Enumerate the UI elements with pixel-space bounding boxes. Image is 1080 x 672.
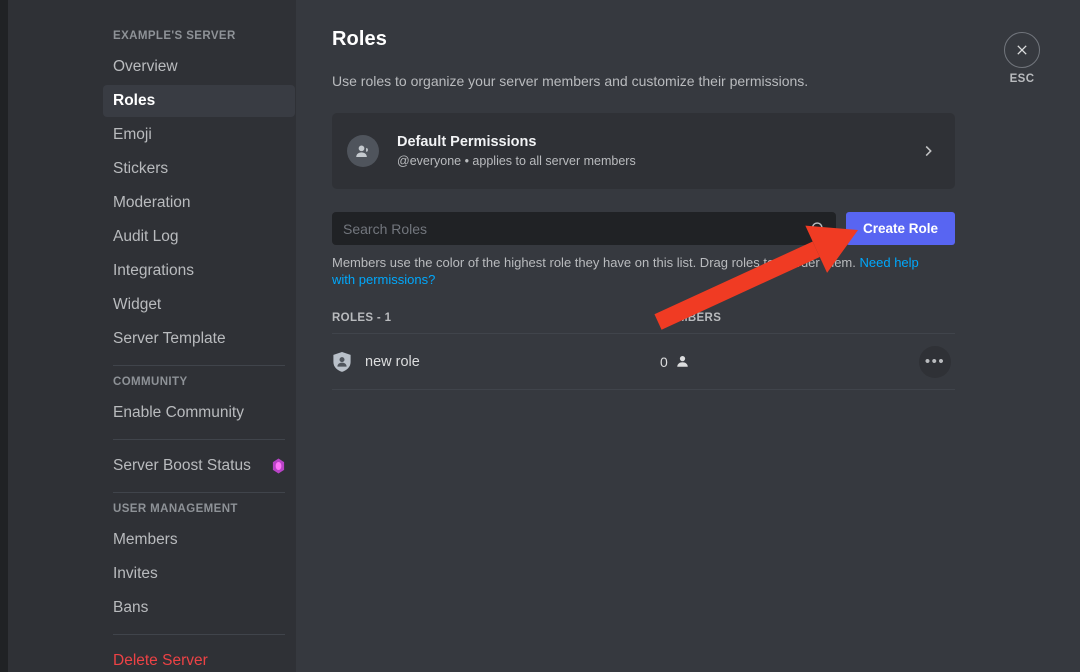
sidebar-header-server: EXAMPLE'S SERVER xyxy=(113,30,236,42)
role-name-cell: new role xyxy=(332,351,660,373)
roles-settings-panel: Roles Use roles to organize your server … xyxy=(296,0,1080,672)
sidebar-item-stickers[interactable]: Stickers xyxy=(103,153,295,185)
default-permissions-title: Default Permissions xyxy=(397,134,537,150)
sidebar-item-server-template[interactable]: Server Template xyxy=(103,323,295,355)
roles-hint: Members use the color of the highest rol… xyxy=(332,254,922,288)
roles-table: ROLES - 1 MEMBERS new role 0 ••• xyxy=(332,312,955,390)
settings-window: EXAMPLE'S SERVER Overview Roles Emoji St… xyxy=(0,0,1080,672)
sidebar-item-bans[interactable]: Bans xyxy=(103,592,295,624)
sidebar-divider-2 xyxy=(113,439,285,440)
left-gutter xyxy=(0,0,8,672)
sidebar-item-label: Server Boost Status xyxy=(113,457,251,474)
role-more-options-button[interactable]: ••• xyxy=(919,345,951,378)
role-shield-icon xyxy=(333,351,351,372)
roles-toolbar: Create Role xyxy=(332,212,955,245)
close-icon-circle[interactable] xyxy=(1004,32,1040,68)
sidebar-item-overview[interactable]: Overview xyxy=(103,51,295,83)
sidebar-item-server-boost-status[interactable]: Server Boost Status xyxy=(103,450,295,482)
roles-table-header: ROLES - 1 MEMBERS xyxy=(332,312,955,333)
search-input[interactable] xyxy=(332,212,836,245)
close-esc-label: ESC xyxy=(1009,73,1035,85)
boost-gem-icon xyxy=(272,458,285,474)
sidebar-item-invites[interactable]: Invites xyxy=(103,558,295,590)
people-icon xyxy=(347,135,379,167)
sidebar-item-moderation[interactable]: Moderation xyxy=(103,187,295,219)
default-permissions-card[interactable]: Default Permissions @everyone • applies … xyxy=(332,113,955,189)
role-name: new role xyxy=(365,353,420,370)
close-x-icon xyxy=(1017,45,1027,55)
table-divider-bottom xyxy=(332,389,955,390)
column-header-roles: ROLES - 1 xyxy=(332,312,392,324)
column-header-members: MEMBERS xyxy=(660,312,722,324)
sidebar-divider-1 xyxy=(113,365,285,366)
sidebar-item-emoji[interactable]: Emoji xyxy=(103,119,295,151)
person-icon xyxy=(677,356,688,367)
page-title: Roles xyxy=(332,28,387,50)
settings-sidebar: EXAMPLE'S SERVER Overview Roles Emoji St… xyxy=(8,0,296,672)
create-role-button[interactable]: Create Role xyxy=(845,212,955,245)
sidebar-item-enable-community[interactable]: Enable Community xyxy=(103,397,295,429)
sidebar-item-widget[interactable]: Widget xyxy=(103,289,295,321)
sidebar-header-community: COMMUNITY xyxy=(113,376,188,388)
table-row[interactable]: new role 0 ••• xyxy=(332,334,955,389)
chevron-right-icon xyxy=(925,145,932,157)
sidebar-header-user-management: USER MANAGEMENT xyxy=(113,503,238,515)
role-member-count: 0 xyxy=(660,353,668,370)
sidebar-divider-4 xyxy=(113,634,285,635)
sidebar-item-integrations[interactable]: Integrations xyxy=(103,255,295,287)
close-settings-button[interactable]: ESC xyxy=(1001,32,1043,85)
role-members-cell: 0 xyxy=(660,354,919,370)
roles-hint-text: Members use the color of the highest rol… xyxy=(332,255,856,270)
page-description: Use roles to organize your server member… xyxy=(332,73,809,89)
search-field-wrapper xyxy=(332,212,836,245)
sidebar-item-audit-log[interactable]: Audit Log xyxy=(103,221,295,253)
sidebar-item-delete-server[interactable]: Delete Server xyxy=(103,645,295,672)
default-permissions-subtitle: @everyone • applies to all server member… xyxy=(397,154,636,168)
sidebar-divider-3 xyxy=(113,492,285,493)
sidebar-item-members[interactable]: Members xyxy=(103,524,295,556)
sidebar-item-roles[interactable]: Roles xyxy=(103,85,295,117)
